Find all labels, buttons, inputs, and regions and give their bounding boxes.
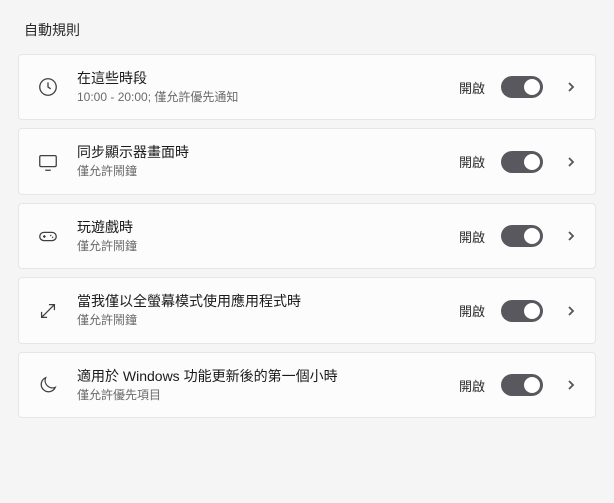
toggle-switch[interactable] [501,374,543,396]
rule-text: 玩遊戲時 僅允許鬧鐘 [77,218,443,254]
rule-row-windows-update[interactable]: 適用於 Windows 功能更新後的第一個小時 僅允許優先項目 開啟 [18,352,596,418]
chevron-right-icon[interactable] [563,228,579,244]
toggle-switch[interactable] [501,225,543,247]
moon-icon [35,372,61,398]
rule-subtitle: 僅允許鬧鐘 [77,164,443,180]
section-title: 自動規則 [18,20,596,40]
rule-title: 當我僅以全螢幕模式使用應用程式時 [77,292,443,311]
rule-row-display[interactable]: 同步顯示器畫面時 僅允許鬧鐘 開啟 [18,128,596,194]
rule-title: 同步顯示器畫面時 [77,143,443,162]
monitor-icon [35,149,61,175]
toggle-switch[interactable] [501,300,543,322]
toggle-status: 開啟 [459,376,485,395]
rule-subtitle: 僅允許優先項目 [77,388,443,404]
rule-text: 適用於 Windows 功能更新後的第一個小時 僅允許優先項目 [77,367,443,403]
chevron-right-icon[interactable] [563,79,579,95]
gamepad-icon [35,223,61,249]
chevron-right-icon[interactable] [563,303,579,319]
rule-row-gaming[interactable]: 玩遊戲時 僅允許鬧鐘 開啟 [18,203,596,269]
toggle-status: 開啟 [459,227,485,246]
rule-subtitle: 僅允許鬧鐘 [77,313,443,329]
toggle-status: 開啟 [459,301,485,320]
rule-subtitle: 僅允許鬧鐘 [77,239,443,255]
toggle-switch[interactable] [501,76,543,98]
toggle-status: 開啟 [459,78,485,97]
rule-row-fullscreen[interactable]: 當我僅以全螢幕模式使用應用程式時 僅允許鬧鐘 開啟 [18,277,596,343]
rule-subtitle: 10:00 - 20:00; 僅允許優先通知 [77,90,443,106]
toggle-status: 開啟 [459,152,485,171]
chevron-right-icon[interactable] [563,154,579,170]
rule-text: 當我僅以全螢幕模式使用應用程式時 僅允許鬧鐘 [77,292,443,328]
clock-icon [35,74,61,100]
rule-text: 同步顯示器畫面時 僅允許鬧鐘 [77,143,443,179]
fullscreen-icon [35,298,61,324]
rule-text: 在這些時段 10:00 - 20:00; 僅允許優先通知 [77,69,443,105]
chevron-right-icon[interactable] [563,377,579,393]
rule-title: 玩遊戲時 [77,218,443,237]
rule-row-hours[interactable]: 在這些時段 10:00 - 20:00; 僅允許優先通知 開啟 [18,54,596,120]
toggle-switch[interactable] [501,151,543,173]
rule-title: 適用於 Windows 功能更新後的第一個小時 [77,367,443,386]
rule-title: 在這些時段 [77,69,443,88]
